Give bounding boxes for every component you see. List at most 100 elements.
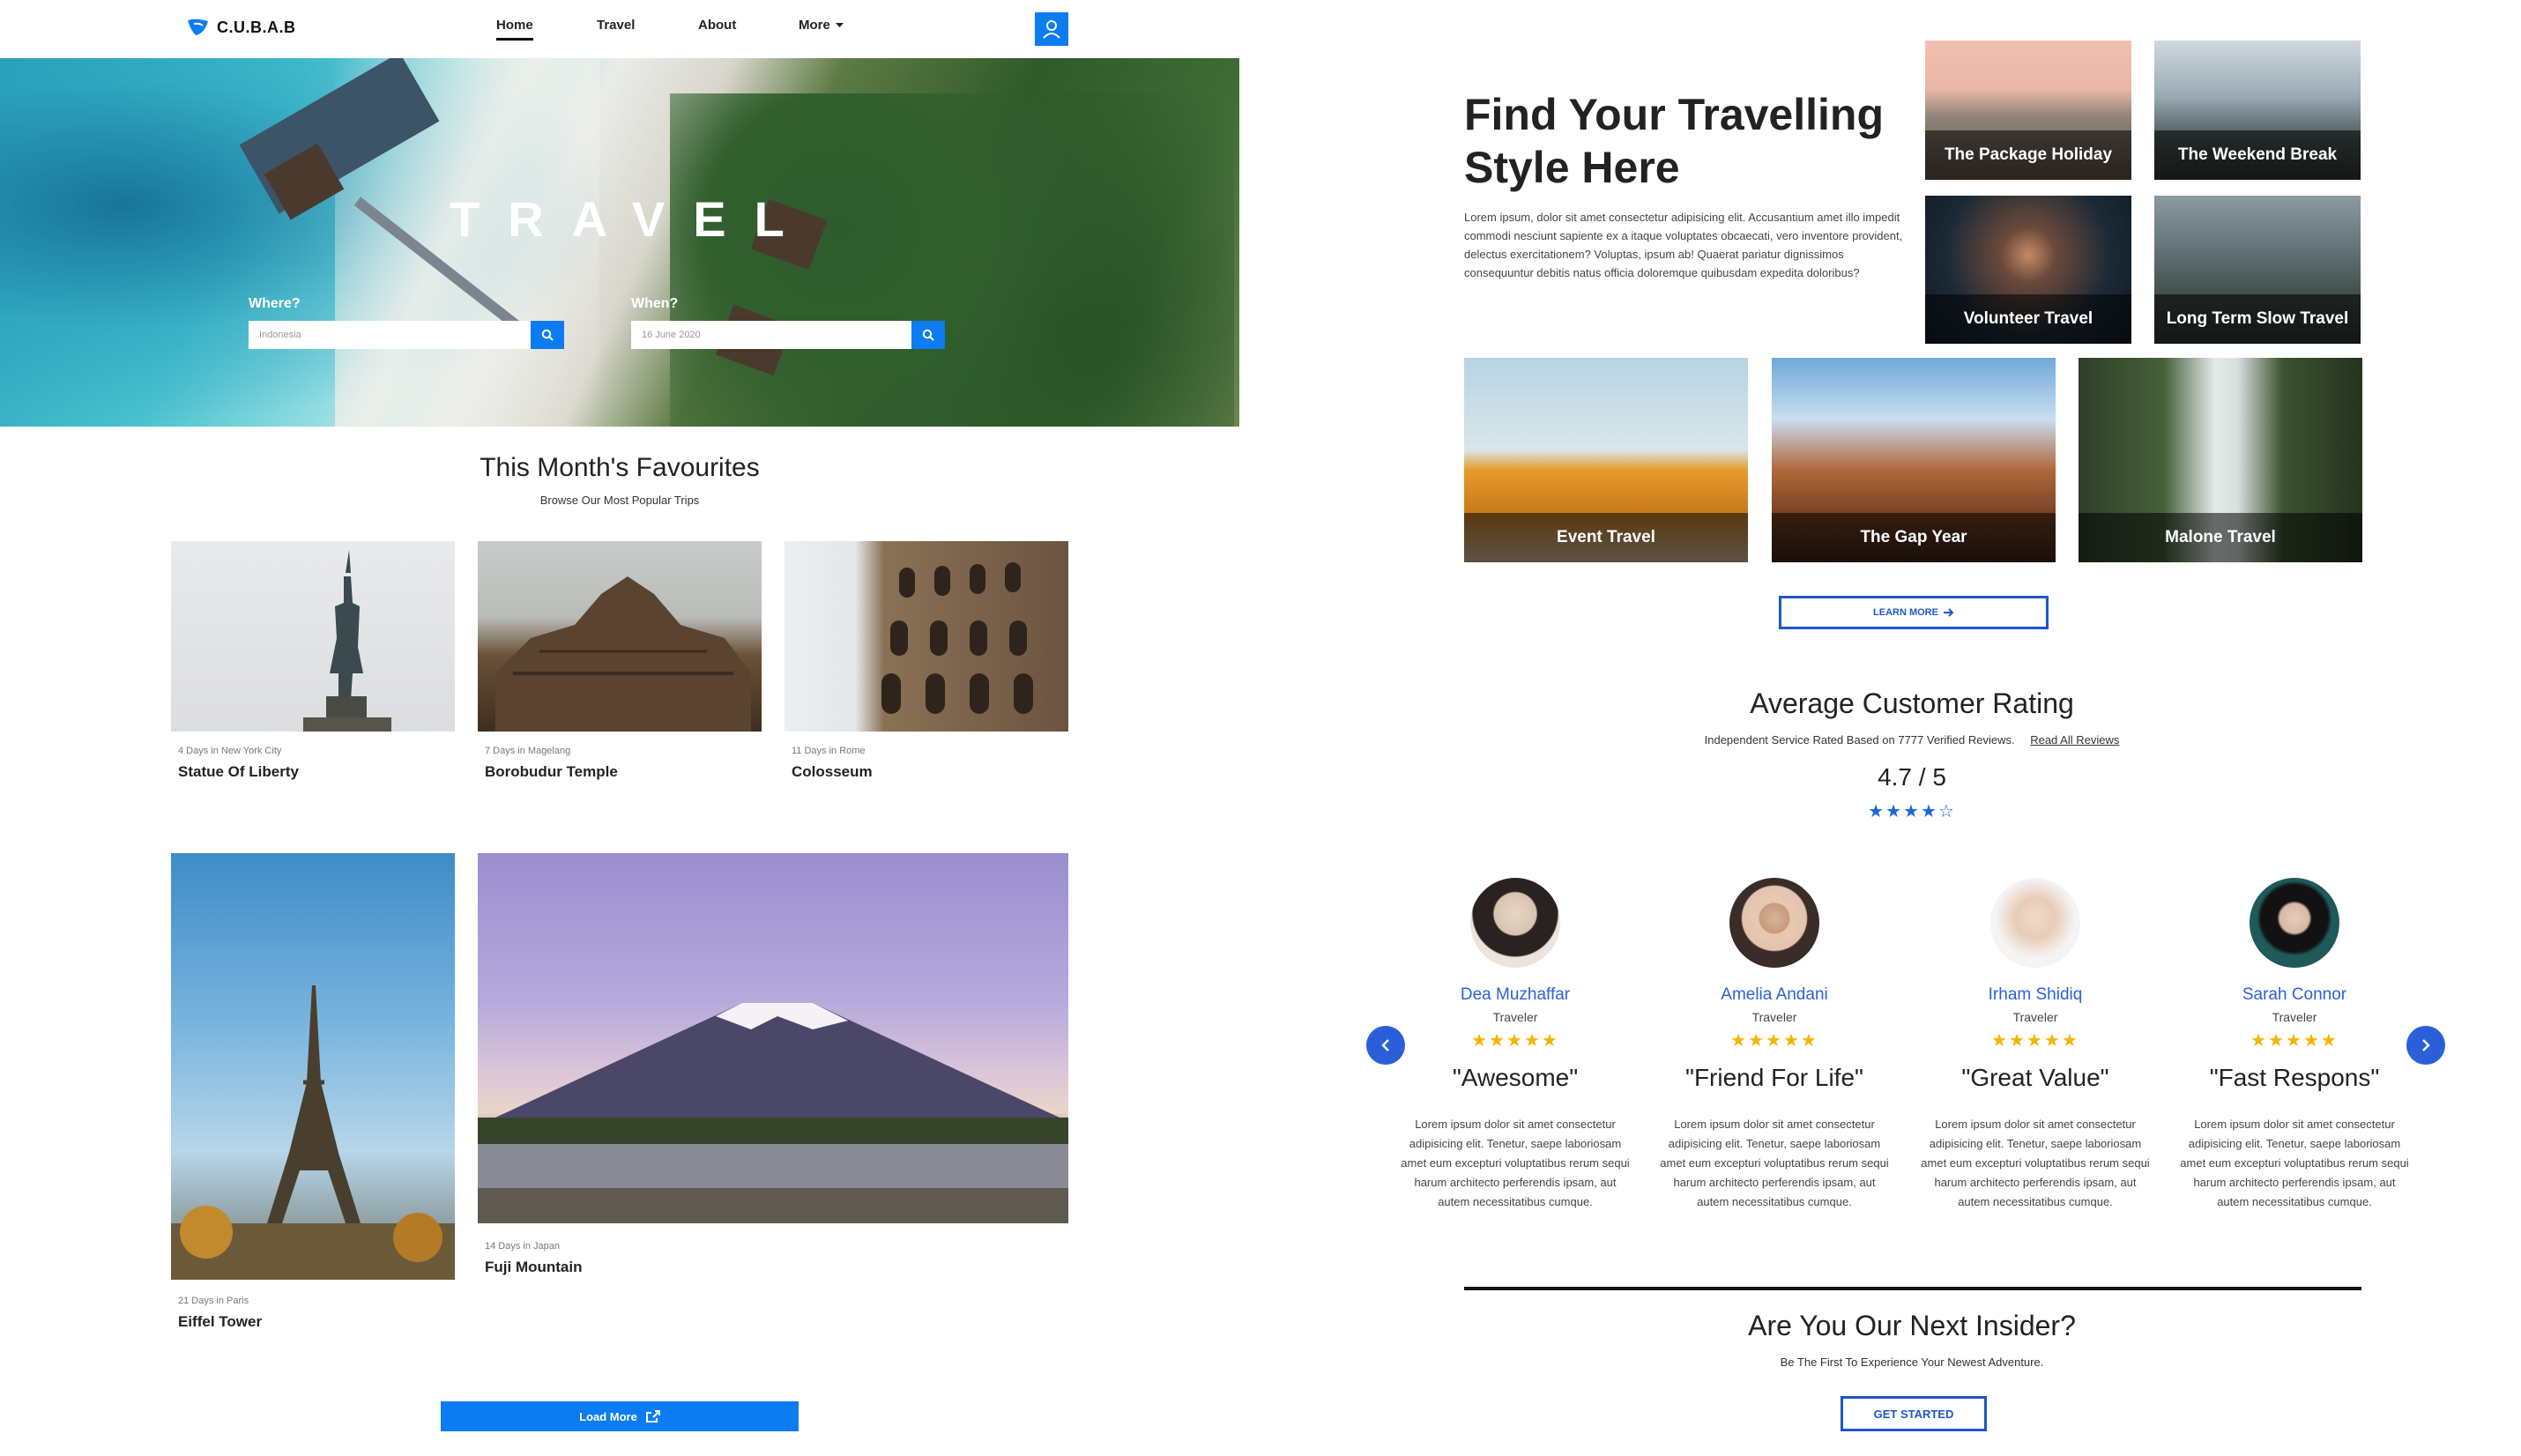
hero-banner: TRAVEL Where? When? — [0, 58, 1239, 427]
styles-description: Lorem ipsum, dolor sit amet consectetur … — [1464, 211, 1903, 279]
trip-image-statue-of-liberty — [171, 541, 455, 732]
user-icon — [1043, 20, 1060, 39]
reviewer-stars: ★★★★★ — [1730, 1031, 1818, 1051]
reviewer-role: Traveler — [1751, 1010, 1797, 1024]
trip-meta: 14 Days in Japan — [485, 1241, 560, 1252]
trip-card[interactable]: 4 Days in New York City Statue Of Libert… — [171, 541, 455, 781]
trip-image-fuji — [478, 853, 1068, 1223]
review-quote: "Fast Respons" — [2209, 1064, 2380, 1091]
learn-more-label: LEARN MORE — [1873, 607, 1938, 618]
reviews-next-button[interactable] — [2406, 1026, 2445, 1065]
style-tile-package-holiday[interactable]: The Package Holiday — [1925, 41, 2131, 180]
reviewer-name: Dea Muzhaffar — [1460, 985, 1571, 1004]
trip-card[interactable]: 7 Days in Magelang Borobudur Temple — [478, 541, 762, 781]
styles-title: Find Your Travelling Style Here — [1464, 90, 1885, 192]
rating-title: Average Customer Rating — [1750, 687, 2074, 719]
style-tile-label: The Package Holiday — [1925, 130, 2131, 180]
reviewer-stars: ★★★★★ — [2250, 1031, 2339, 1051]
review-quote: "Awesome" — [1452, 1064, 1579, 1091]
style-tile-gap-year[interactable]: The Gap Year — [1772, 358, 2056, 562]
load-more-button[interactable]: Load More — [441, 1401, 799, 1431]
review-card: Amelia Andani Traveler ★★★★★ "Friend For… — [1657, 878, 1892, 1212]
user-account-button[interactable] — [1035, 12, 1068, 46]
review-quote: "Friend For Life" — [1685, 1064, 1863, 1091]
eiffel-illustration — [171, 985, 455, 1280]
trip-image-eiffel-tower — [171, 853, 455, 1280]
favourites-subtitle: Browse Our Most Popular Trips — [539, 494, 700, 507]
trip-card[interactable]: 21 Days in Paris Eiffel Tower — [171, 853, 455, 1331]
arrow-right-icon — [1943, 608, 1954, 617]
nav-link-travel[interactable]: Travel — [597, 18, 635, 33]
section-divider — [1464, 1287, 2361, 1290]
nav-link-home[interactable]: Home — [496, 18, 533, 41]
review-text: Lorem ipsum dolor sit amet consectetur a… — [1401, 1118, 1630, 1208]
when-label: When? — [631, 296, 679, 311]
avatar — [1990, 878, 2080, 968]
where-input[interactable] — [249, 321, 531, 349]
style-tile-label: Event Travel — [1464, 513, 1748, 562]
search-icon — [922, 329, 934, 341]
review-quote: "Great Value" — [1961, 1064, 2109, 1091]
style-tile-weekend-break[interactable]: The Weekend Break — [2154, 41, 2361, 180]
reviewer-stars: ★★★★★ — [1471, 1031, 1559, 1051]
trip-name: Borobudur Temple — [485, 763, 618, 780]
hero-trees — [670, 93, 1234, 427]
review-card: Irham Shidiq Traveler ★★★★★ "Great Value… — [1918, 878, 2153, 1212]
review-text: Lorem ipsum dolor sit amet consectetur a… — [1660, 1118, 1889, 1208]
learn-more-button[interactable]: LEARN MORE — [1779, 596, 2049, 629]
insider-subtitle: Be The First To Experience Your Newest A… — [1780, 1356, 2044, 1369]
trip-name: Fuji Mountain — [485, 1259, 583, 1275]
review-card: Sarah Connor Traveler ★★★★★ "Fast Respon… — [2177, 878, 2412, 1212]
statue-illustration — [303, 550, 391, 732]
style-tile-label: Malone Travel — [2079, 513, 2362, 562]
reviewer-name: Irham Shidiq — [1988, 985, 2083, 1004]
nav-link-more[interactable]: More — [799, 18, 844, 33]
style-tile-label: Long Term Slow Travel — [2154, 294, 2361, 344]
reviewer-stars: ★★★★★ — [1991, 1031, 2079, 1051]
hero-title: TRAVEL — [450, 191, 813, 247]
get-started-button[interactable]: GET STARTED — [1841, 1396, 1987, 1431]
logo-text: C.U.B.A.B — [217, 18, 296, 36]
load-more-label: Load More — [579, 1409, 637, 1423]
caret-down-icon — [835, 22, 844, 27]
rating-score: 4.7 / 5 — [1878, 763, 1946, 791]
external-link-icon — [645, 1410, 660, 1423]
where-search-button[interactable] — [531, 321, 564, 349]
trip-meta: 11 Days in Rome — [792, 746, 866, 756]
review-text: Lorem ipsum dolor sit amet consectetur a… — [2180, 1118, 2409, 1208]
review-text: Lorem ipsum dolor sit amet consectetur a… — [1921, 1118, 2150, 1208]
rating-subtitle-text: Independent Service Rated Based on 7777 … — [1704, 733, 2015, 747]
avatar — [1729, 878, 1819, 968]
reviewer-name: Amelia Andani — [1721, 985, 1828, 1004]
when-input[interactable] — [631, 321, 911, 349]
trip-card[interactable]: 14 Days in Japan Fuji Mountain — [478, 853, 1068, 1276]
trip-name: Statue Of Liberty — [178, 763, 299, 780]
avatar — [1470, 878, 1560, 968]
trip-name: Colosseum — [792, 763, 873, 780]
rating-subtitle: Independent Service Rated Based on 7777 … — [1464, 733, 2360, 747]
colosseum-illustration — [881, 562, 1033, 714]
style-tile-label: Volunteer Travel — [1925, 294, 2131, 344]
insider-title: Are You Our Next Insider? — [1748, 1310, 2076, 1341]
rating-stars: ★★★★☆ — [1868, 802, 1956, 821]
trip-meta: 21 Days in Paris — [178, 1296, 249, 1306]
style-tile-long-term-slow-travel[interactable]: Long Term Slow Travel — [2154, 196, 2361, 344]
chevron-left-icon — [1381, 1039, 1389, 1051]
trip-meta: 7 Days in Magelang — [485, 746, 571, 756]
nav-link-more-label: More — [799, 18, 830, 33]
nav-link-about[interactable]: About — [698, 18, 736, 33]
read-all-reviews-link[interactable]: Read All Reviews — [2030, 733, 2119, 747]
logo-icon — [188, 19, 208, 35]
style-tile-volunteer-travel[interactable]: Volunteer Travel — [1925, 196, 2131, 344]
when-search-button[interactable] — [911, 321, 945, 349]
style-tile-event-travel[interactable]: Event Travel — [1464, 358, 1748, 562]
avatar — [2250, 878, 2339, 968]
trip-meta: 4 Days in New York City — [178, 746, 282, 756]
style-tile-malone-travel[interactable]: Malone Travel — [2079, 358, 2362, 562]
top-navbar: C.U.B.A.B Home Travel About More — [0, 0, 1239, 58]
trip-card[interactable]: 11 Days in Rome Colosseum — [785, 541, 1068, 781]
fuji-illustration — [478, 1003, 1068, 1223]
reviewer-role: Traveler — [2272, 1010, 2317, 1024]
brand-logo[interactable]: C.U.B.A.B — [187, 18, 296, 37]
favourites-title: This Month's Favourites — [480, 453, 760, 482]
